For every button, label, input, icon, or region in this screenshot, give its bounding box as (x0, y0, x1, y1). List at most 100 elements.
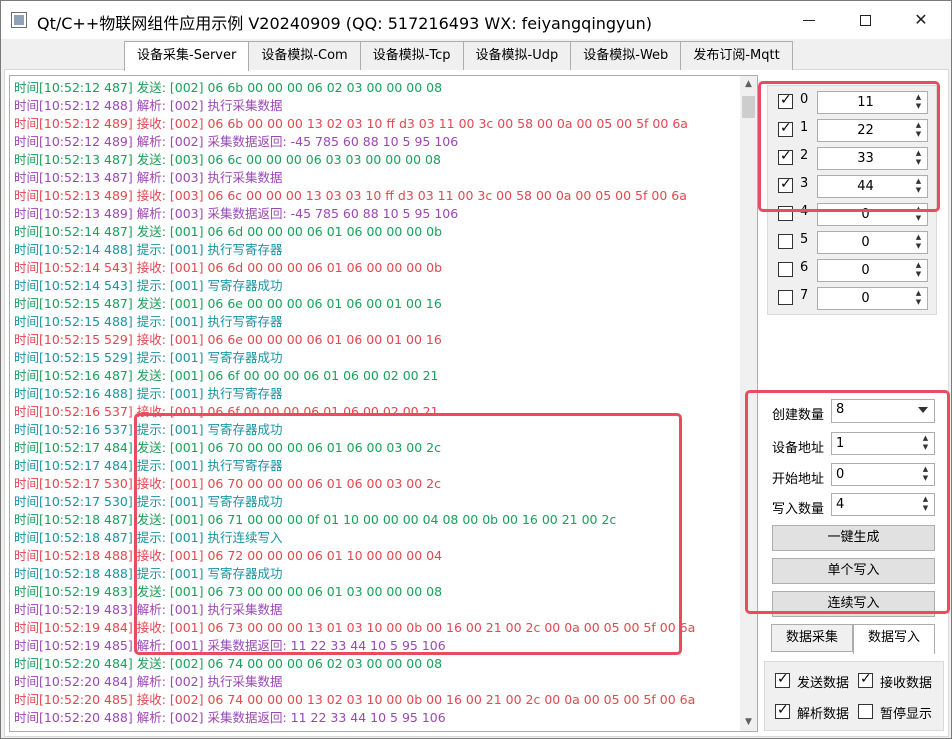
log-line: 时间[10:52:14 543] 接收: [001] 06 6d 00 00 0… (14, 260, 443, 275)
log-view[interactable]: ▲ ▼ 时间[10:52:12 487] 发送: [002] 06 6b 00 … (9, 75, 758, 732)
register-panel: 0 11▲▼ 1 22▲▼ 2 33▲▼ 3 44▲▼ 4 0▲▼ 5 0▲▼ 6 0▲▼ 7 0▲▼ (767, 85, 937, 315)
log-line: 时间[10:52:16 537] 提示: [001] 写寄存器成功 (14, 422, 283, 437)
register-checkbox[interactable] (778, 148, 793, 165)
register-value-spinbox[interactable]: 0 ▲ ▼ (817, 231, 928, 254)
close-button[interactable]: ✕ (893, 1, 949, 39)
spin-arrows-icon[interactable]: ▲ ▼ (911, 121, 926, 140)
log-line: 时间[10:52:13 489] 接收: [003] 06 6c 00 00 0… (14, 188, 687, 203)
spin-arrows-icon[interactable]: ▲ ▼ (911, 289, 926, 308)
recv-data-label: 接收数据 (880, 676, 933, 691)
register-value-spinbox[interactable]: 11 ▲ ▼ (817, 91, 928, 114)
log-line: 时间[10:52:16 537] 接收: [001] 06 6f 00 00 0… (14, 404, 439, 419)
close-icon: ✕ (914, 10, 928, 29)
log-line: 时间[10:52:19 485] 解析: [001] 采集数据返回: 11 22… (14, 638, 446, 653)
log-line: 时间[10:52:12 487] 发送: [002] 06 6b 00 00 0… (14, 80, 443, 95)
log-line: 时间[10:52:20 488] 解析: [002] 采集数据返回: 11 22… (14, 710, 446, 725)
register-value-spinbox[interactable]: 33 ▲ ▼ (817, 147, 928, 170)
register-checkbox[interactable] (778, 92, 793, 109)
send-data-checkbox[interactable] (775, 671, 790, 688)
minimize-button[interactable] (781, 1, 837, 39)
log-line: 时间[10:52:20 485] 接收: [002] 06 74 00 00 0… (14, 692, 696, 707)
log-line: 时间[10:52:14 488] 提示: [001] 执行写寄存器 (14, 242, 283, 257)
parse-data-checkbox[interactable] (775, 702, 790, 719)
log-line: 时间[10:52:15 487] 发送: [001] 06 6e 00 00 0… (14, 296, 442, 311)
register-value-spinbox[interactable]: 22 ▲ ▼ (817, 119, 928, 142)
create-count-select[interactable]: 8 (831, 399, 935, 423)
device-addr-label: 设备地址 (772, 441, 825, 456)
spin-arrows-icon[interactable]: ▲ ▼ (911, 205, 926, 224)
register-row-4: 4 0 ▲ ▼ (778, 203, 928, 226)
tab-data-write[interactable]: 数据写入 (853, 624, 935, 654)
register-row-3: 3 44▲▼ (778, 175, 928, 198)
spin-arrows-icon[interactable]: ▲ ▼ (918, 465, 933, 484)
tab-mqtt[interactable]: 发布订阅-Mqtt (680, 41, 793, 70)
scroll-up-icon[interactable]: ▲ (740, 76, 757, 93)
spin-arrows-icon[interactable]: ▲ ▼ (911, 177, 926, 196)
scroll-down-icon[interactable]: ▼ (740, 714, 757, 731)
spin-arrows-icon[interactable]: ▲ ▼ (911, 261, 926, 280)
spin-arrows-icon[interactable]: ▲ ▼ (918, 495, 933, 514)
log-line: 时间[10:52:14 487] 发送: [001] 06 6d 00 00 0… (14, 224, 443, 239)
scroll-thumb[interactable] (742, 96, 755, 118)
spin-arrows-icon[interactable]: ▲ ▼ (911, 233, 926, 252)
start-addr-label: 开始地址 (772, 472, 825, 487)
register-checkbox[interactable] (778, 176, 793, 193)
log-line: 时间[10:52:12 488] 解析: [002] 执行采集数据 (14, 98, 283, 113)
write-settings-panel: 创建数量 8 设备地址 1 ▲ ▼ 开始地址 0 ▲ ▼ 写入数量 4 ▲ ▼ 一键生… (767, 397, 937, 617)
start-addr-spinbox[interactable]: 0 ▲ ▼ (831, 463, 935, 486)
log-scrollbar[interactable]: ▲ ▼ (740, 76, 757, 731)
spin-arrows-icon[interactable]: ▲ ▼ (911, 149, 926, 168)
register-checkbox[interactable] (778, 234, 793, 249)
app-icon (11, 12, 27, 28)
recv-data-checkbox[interactable] (858, 671, 873, 688)
write-count-spinbox[interactable]: 4 ▲ ▼ (831, 493, 935, 516)
register-value-spinbox[interactable]: 0 ▲ ▼ (817, 259, 928, 282)
log-line: 时间[10:52:18 487] 发送: [001] 06 71 00 00 0… (14, 512, 617, 527)
register-checkbox[interactable] (778, 120, 793, 137)
register-checkbox[interactable] (778, 206, 793, 221)
register-value-spinbox[interactable]: 0 ▲ ▼ (817, 203, 928, 226)
register-checkbox[interactable] (778, 262, 793, 277)
device-addr-spinbox[interactable]: 1 ▲ ▼ (831, 432, 935, 455)
maximize-button[interactable] (837, 1, 893, 39)
register-label: 7 (800, 288, 809, 303)
window-title: Qt/C++物联网组件应用示例 V20240909 (QQ: 517216493… (37, 14, 653, 33)
display-options: 发送数据 接收数据 解析数据 暂停显示 (764, 661, 944, 731)
register-value-spinbox[interactable]: 0 ▲ ▼ (817, 287, 928, 310)
minimize-icon (803, 20, 815, 21)
log-line: 时间[10:52:13 489] 解析: [003] 采集数据返回: -45 7… (14, 206, 459, 221)
register-checkbox[interactable] (778, 290, 793, 305)
tab-udp[interactable]: 设备模拟-Udp (462, 41, 572, 70)
pause-display-label: 暂停显示 (880, 707, 933, 722)
tab-server[interactable]: 设备采集-Server (124, 41, 250, 71)
register-row-5: 5 0 ▲ ▼ (778, 231, 928, 254)
log-line: 时间[10:52:19 484] 接收: [001] 06 73 00 00 0… (14, 620, 696, 635)
log-line: 时间[10:52:18 487] 提示: [001] 执行连续写入 (14, 530, 283, 545)
register-label: 2 (800, 148, 809, 163)
single-write-button[interactable]: 单个写入 (772, 558, 935, 584)
spin-arrows-icon[interactable]: ▲ ▼ (911, 93, 926, 112)
tab-web[interactable]: 设备模拟-Web (570, 41, 682, 70)
log-line: 时间[10:52:19 483] 发送: [001] 06 73 00 00 0… (14, 584, 443, 599)
register-value-spinbox[interactable]: 44 ▲ ▼ (817, 175, 928, 198)
tab-com[interactable]: 设备模拟-Com (248, 41, 361, 70)
log-line: 时间[10:52:18 488] 提示: [001] 写寄存器成功 (14, 566, 283, 581)
register-row-1: 1 22▲▼ (778, 119, 928, 142)
spin-arrows-icon[interactable]: ▲ ▼ (918, 434, 933, 453)
log-line: 时间[10:52:17 530] 提示: [001] 写寄存器成功 (14, 494, 283, 509)
log-line: 时间[10:52:16 488] 提示: [001] 执行写寄存器 (14, 386, 283, 401)
main-tabs: 设备采集-Server 设备模拟-Com 设备模拟-Tcp 设备模拟-Udp 设… (124, 41, 793, 71)
register-label: 0 (800, 92, 809, 107)
tab-data-collect[interactable]: 数据采集 (771, 624, 853, 652)
maximize-icon (859, 15, 871, 26)
continuous-write-button[interactable]: 连续写入 (772, 591, 935, 617)
parse-data-label: 解析数据 (797, 707, 850, 722)
register-row-7: 7 0 ▲ ▼ (778, 287, 928, 310)
log-line: 时间[10:52:18 488] 接收: [001] 06 72 00 00 0… (14, 548, 443, 563)
register-label: 3 (800, 176, 809, 191)
generate-button[interactable]: 一键生成 (772, 525, 935, 551)
tab-tcp[interactable]: 设备模拟-Tcp (359, 41, 464, 70)
log-line: 时间[10:52:20 484] 解析: [002] 执行采集数据 (14, 674, 283, 689)
pause-display-checkbox[interactable] (858, 704, 873, 719)
register-label: 4 (800, 204, 809, 219)
